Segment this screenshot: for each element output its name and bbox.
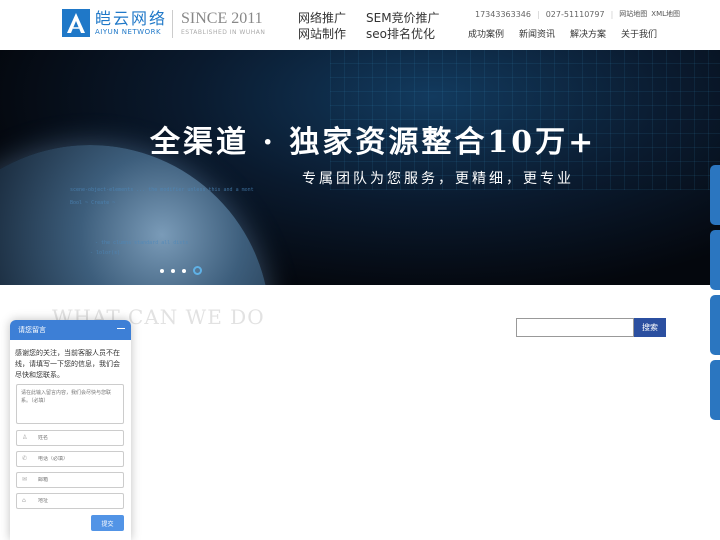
carousel-dot-active[interactable] bbox=[193, 266, 202, 275]
mail-icon: ✉ bbox=[22, 476, 28, 483]
chat-title: 请您留言 bbox=[18, 326, 46, 334]
service-link[interactable]: 网站制作 bbox=[298, 26, 346, 42]
carousel-dot[interactable] bbox=[182, 268, 186, 273]
logo[interactable]: 皑云网络 AIYUN NETWORK bbox=[62, 8, 167, 38]
message-textarea[interactable] bbox=[16, 384, 124, 424]
services-col-1: 网络推广 网站制作 bbox=[298, 10, 346, 42]
chat-widget: 请您留言 感谢您的关注，当前客服人员不在线，请填写一下您的信息，我们会尽快和您联… bbox=[10, 320, 131, 540]
side-float-tab[interactable] bbox=[710, 165, 720, 225]
banner-code-text: scene-object-elements ... the modifier u… bbox=[70, 187, 254, 193]
since-text: SINCE 2011 bbox=[181, 10, 263, 27]
page: 皑云网络 AIYUN NETWORK SINCE 2011 ESTABLISHE… bbox=[0, 0, 720, 540]
contact-bar: 17343363346 | 027-51110797 | 网站地图 XML地图 bbox=[475, 9, 680, 19]
xml-sitemap-link[interactable]: XML地图 bbox=[651, 9, 680, 19]
banner-code-text: Bool ~ Create ~ bbox=[70, 200, 116, 206]
address-field[interactable]: ⌂ bbox=[16, 493, 124, 509]
top-nav: 成功案例 新闻资讯 解决方案 关于我们 bbox=[468, 27, 672, 40]
email-input[interactable] bbox=[38, 477, 118, 483]
nav-item-about[interactable]: 关于我们 bbox=[621, 27, 657, 40]
user-icon: ♙ bbox=[22, 434, 28, 441]
nav-item-solutions[interactable]: 解决方案 bbox=[570, 27, 606, 40]
nav-item-cases[interactable]: 成功案例 bbox=[468, 27, 504, 40]
search-input[interactable] bbox=[516, 318, 634, 337]
nav-item-news[interactable]: 新闻资讯 bbox=[519, 27, 555, 40]
services-col-2: SEM竞价推广 seo排名优化 bbox=[366, 10, 440, 42]
earth-image bbox=[0, 145, 270, 285]
phone-number: 17343363346 bbox=[475, 9, 531, 19]
banner-title: 全渠道 · 独家资源整合10万+ bbox=[150, 125, 597, 160]
tel-number: 027-51110797 bbox=[545, 9, 605, 19]
location-icon: ⌂ bbox=[22, 497, 26, 504]
service-link[interactable]: seo排名优化 bbox=[366, 26, 440, 42]
phone-icon: ✆ bbox=[22, 455, 28, 462]
service-link[interactable]: 网络推广 bbox=[298, 10, 346, 26]
phone-input[interactable] bbox=[38, 456, 118, 462]
side-float-tab[interactable] bbox=[710, 360, 720, 420]
carousel-dots bbox=[160, 266, 209, 275]
address-input[interactable] bbox=[38, 498, 118, 504]
chat-message: 感谢您的关注，当前客服人员不在线，请填写一下您的信息，我们会尽快和您联系。 bbox=[15, 349, 120, 379]
separator: | bbox=[537, 9, 540, 19]
sitemap-link[interactable]: 网站地图 bbox=[619, 9, 647, 19]
side-float-tab[interactable] bbox=[710, 230, 720, 290]
side-float-tab[interactable] bbox=[710, 295, 720, 355]
banner-code-text: - the clumns standard all dists bbox=[95, 240, 189, 246]
since-badge: SINCE 2011 ESTABLISHED IN WUHAN bbox=[172, 10, 265, 38]
hero-banner[interactable]: scene-object-elements ... the modifier u… bbox=[0, 50, 720, 285]
logo-name-en: AIYUN NETWORK bbox=[95, 27, 162, 36]
phone-field[interactable]: ✆ bbox=[16, 451, 124, 467]
carousel-dot[interactable] bbox=[171, 268, 175, 273]
service-link[interactable]: SEM竞价推广 bbox=[366, 10, 440, 26]
name-field[interactable]: ♙ bbox=[16, 430, 124, 446]
since-subtext: ESTABLISHED IN WUHAN bbox=[181, 29, 266, 36]
logo-name: 皑云网络 bbox=[95, 8, 168, 28]
logo-mark-icon bbox=[62, 9, 90, 37]
banner-subtitle: 专属团队为您服务，更精细，更专业 bbox=[302, 171, 574, 187]
email-field[interactable]: ✉ bbox=[16, 472, 124, 488]
separator: | bbox=[610, 9, 614, 19]
search-button[interactable]: 搜索 bbox=[634, 318, 666, 337]
chat-header[interactable]: 请您留言 bbox=[10, 320, 131, 340]
banner-code-text: - lolor(s) bbox=[90, 250, 121, 256]
name-input[interactable] bbox=[38, 435, 118, 441]
header: 皑云网络 AIYUN NETWORK SINCE 2011 ESTABLISHE… bbox=[0, 0, 720, 50]
minimize-icon[interactable] bbox=[117, 325, 125, 333]
carousel-dot[interactable] bbox=[160, 268, 164, 273]
submit-button[interactable]: 提交 bbox=[91, 515, 124, 531]
